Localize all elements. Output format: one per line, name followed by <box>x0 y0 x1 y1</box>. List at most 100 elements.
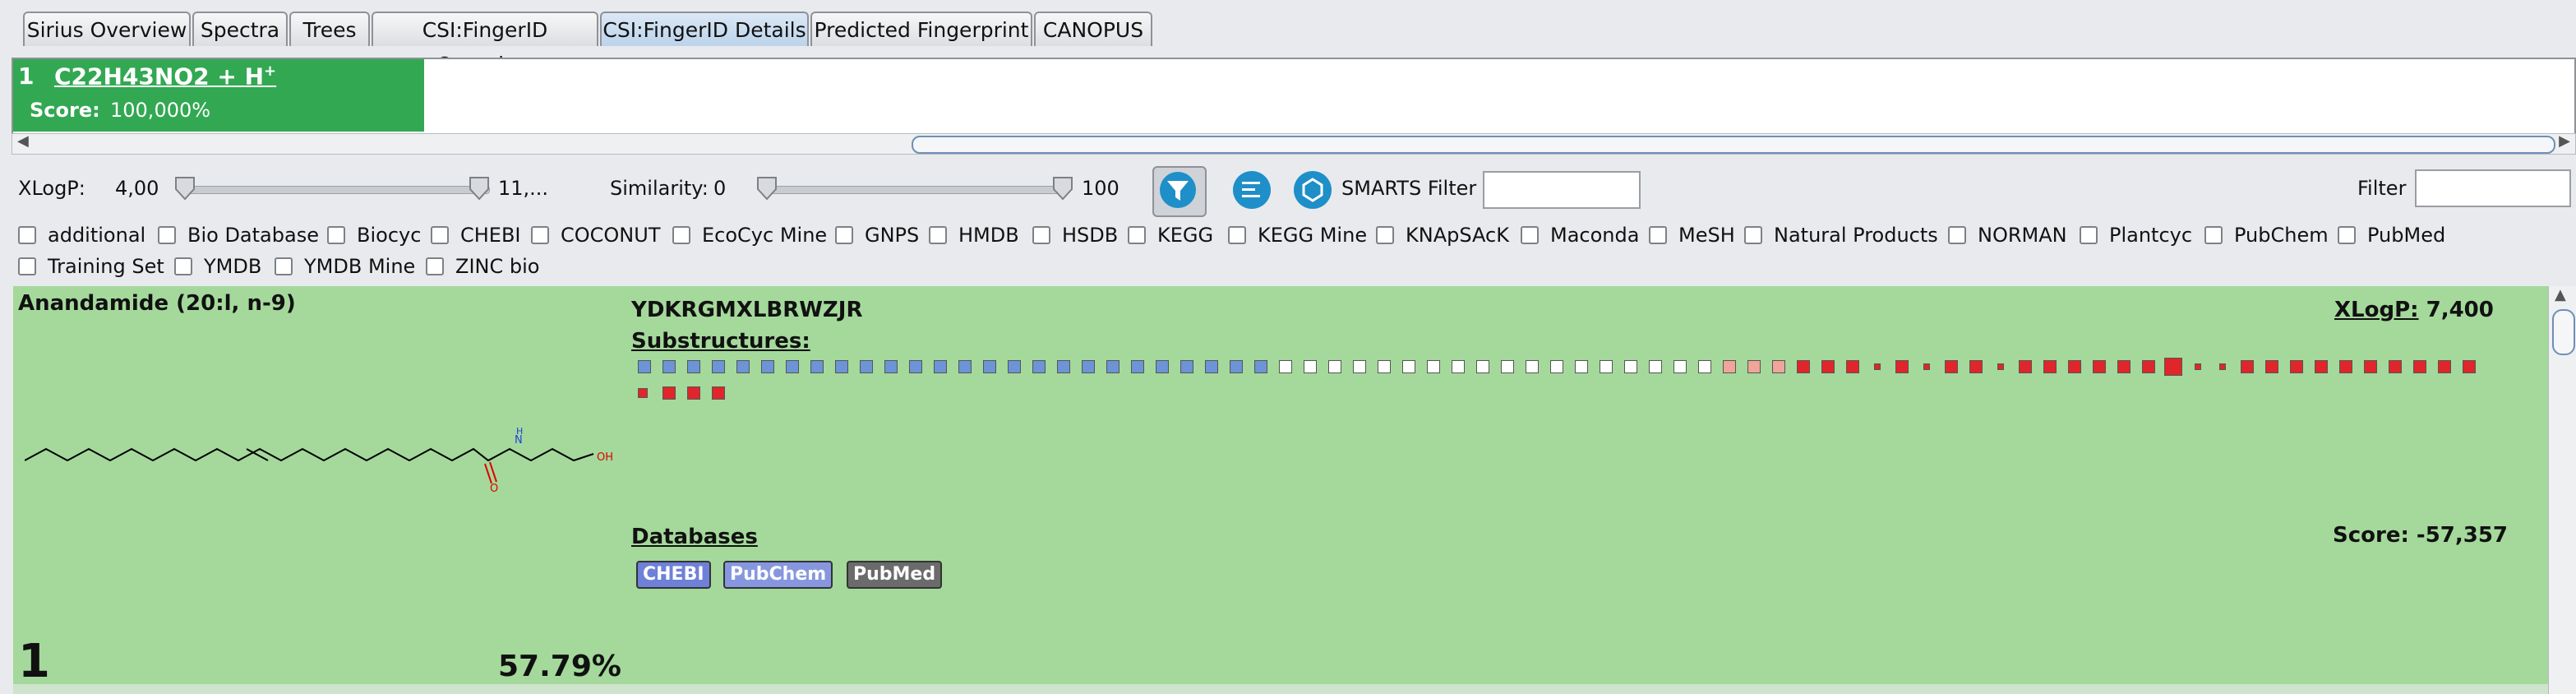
checkbox-box[interactable] <box>1521 226 1539 244</box>
substructure-square[interactable] <box>1969 360 1983 373</box>
checkbox-kegg-mine[interactable]: KEGG Mine <box>1228 220 1367 250</box>
checkbox-biocyc[interactable]: Biocyc <box>327 220 421 250</box>
checkbox-box[interactable] <box>2338 226 2356 244</box>
substructure-square[interactable] <box>1008 360 1021 373</box>
substructure-square[interactable] <box>1945 360 1958 373</box>
substructure-square[interactable] <box>2043 360 2057 373</box>
substructure-square[interactable] <box>835 360 848 373</box>
checkbox-kegg[interactable]: KEGG <box>1128 220 1213 250</box>
checkbox-box[interactable] <box>1376 226 1394 244</box>
xlogp-min-thumb[interactable] <box>174 176 196 201</box>
checkbox-gnps[interactable]: GNPS <box>835 220 919 250</box>
xlogp-slider[interactable] <box>179 186 490 194</box>
checkbox-coconut[interactable]: COCONUT <box>531 220 660 250</box>
tab-predicted-fingerprint[interactable]: Predicted Fingerprint <box>810 12 1032 46</box>
substructure-square[interactable] <box>1205 360 1218 373</box>
substructure-square[interactable] <box>736 360 750 373</box>
substructure-square[interactable] <box>2219 363 2226 370</box>
substructure-square[interactable] <box>2463 360 2476 373</box>
checkbox-box[interactable] <box>18 257 36 275</box>
substructure-square[interactable] <box>884 360 898 373</box>
checkbox-box[interactable] <box>1649 226 1667 244</box>
substructure-square[interactable] <box>1106 360 1119 373</box>
checkbox-ecocyc-mine[interactable]: EcoCyc Mine <box>672 220 827 250</box>
horizontal-scrollbar[interactable]: ◀ ▶ <box>12 132 2576 155</box>
substructure-square[interactable] <box>638 360 651 373</box>
list-filter-icon[interactable] <box>1231 169 1272 211</box>
checkbox-box[interactable] <box>2204 226 2223 244</box>
substructure-square[interactable] <box>2438 360 2451 373</box>
substructure-square[interactable] <box>687 386 700 400</box>
checkbox-box[interactable] <box>672 226 690 244</box>
substructure-square[interactable] <box>1846 360 1859 373</box>
substructure-square[interactable] <box>662 360 676 373</box>
substructure-square[interactable] <box>761 360 774 373</box>
checkbox-ymdb-mine[interactable]: YMDB Mine <box>275 252 415 281</box>
checkbox-bio-database[interactable]: Bio Database <box>158 220 319 250</box>
xlogp-max-thumb[interactable] <box>469 176 490 201</box>
checkbox-box[interactable] <box>174 257 192 275</box>
checkbox-box[interactable] <box>1228 226 1246 244</box>
checkbox-box[interactable] <box>531 226 549 244</box>
checkbox-pubmed[interactable]: PubMed <box>2338 220 2445 250</box>
substructure-square[interactable] <box>1402 360 1415 373</box>
substructure-square[interactable] <box>2413 360 2426 373</box>
checkbox-box[interactable] <box>1744 226 1762 244</box>
substructure-square[interactable] <box>958 360 972 373</box>
substructure-square[interactable] <box>1624 360 1637 373</box>
substructure-square[interactable] <box>1082 360 1095 373</box>
substructure-square[interactable] <box>1353 360 1366 373</box>
substructure-square[interactable] <box>2389 360 2402 373</box>
substructure-square[interactable] <box>1895 360 1909 373</box>
substructure-square[interactable] <box>1279 360 1292 373</box>
substructure-square[interactable] <box>1156 360 1169 373</box>
substructure-square[interactable] <box>1874 363 1881 370</box>
similarity-max-thumb[interactable] <box>1052 176 1073 201</box>
substructure-square[interactable] <box>1427 360 1440 373</box>
vertical-scrollbar[interactable]: ▲ <box>2548 286 2576 694</box>
substructure-square[interactable] <box>1476 360 1489 373</box>
scroll-left-icon[interactable]: ◀ <box>17 132 29 150</box>
checkbox-ymdb[interactable]: YMDB <box>174 252 261 281</box>
checkbox-box[interactable] <box>327 226 345 244</box>
substructure-square[interactable] <box>2195 363 2201 370</box>
checkbox-chebi[interactable]: CHEBI <box>431 220 521 250</box>
checkbox-zinc-bio[interactable]: ZINC bio <box>426 252 539 281</box>
substructure-square[interactable] <box>1032 360 1046 373</box>
substructure-square[interactable] <box>1328 360 1341 373</box>
similarity-slider[interactable] <box>764 186 1070 194</box>
substructure-square[interactable] <box>712 386 725 400</box>
molecule-icon[interactable] <box>1292 169 1333 211</box>
substructure-square[interactable] <box>1923 363 1930 370</box>
similarity-min-thumb[interactable] <box>756 176 778 201</box>
candidate-card[interactable]: 1 C22H43NO2 + H+ Score: 100,000% <box>13 59 424 132</box>
substructure-square[interactable] <box>1057 360 1070 373</box>
substructure-square[interactable] <box>2093 360 2106 373</box>
checkbox-mesh[interactable]: MeSH <box>1649 220 1735 250</box>
substructure-square[interactable] <box>1501 360 1514 373</box>
checkbox-natural-products[interactable]: Natural Products <box>1744 220 1938 250</box>
db-tag-pubchem[interactable]: PubChem <box>723 561 833 589</box>
substructure-square[interactable] <box>662 386 676 400</box>
checkbox-box[interactable] <box>431 226 449 244</box>
scroll-thumb[interactable] <box>912 136 2555 154</box>
checkbox-knapsack[interactable]: KNApSAcK <box>1376 220 1509 250</box>
tab-csi-details[interactable]: CSI:FingerID Details <box>600 12 809 46</box>
scroll-up-icon[interactable]: ▲ <box>2555 286 2566 303</box>
substructure-square[interactable] <box>810 360 824 373</box>
scroll-right-icon[interactable]: ▶ <box>2559 132 2570 150</box>
substructure-square[interactable] <box>1230 360 1243 373</box>
tab-trees[interactable]: Trees <box>289 12 370 46</box>
substructure-square[interactable] <box>2339 360 2352 373</box>
checkbox-box[interactable] <box>1032 226 1050 244</box>
db-tag-pubmed[interactable]: PubMed <box>847 561 943 589</box>
substructure-square[interactable] <box>2068 360 2081 373</box>
checkbox-box[interactable] <box>426 257 444 275</box>
checkbox-box[interactable] <box>158 226 176 244</box>
substructure-square[interactable] <box>1747 360 1761 373</box>
substructure-square[interactable] <box>1649 360 1662 373</box>
checkbox-box[interactable] <box>18 226 36 244</box>
filter-toggle-button[interactable] <box>1152 166 1207 217</box>
substructure-square[interactable] <box>2019 360 2032 373</box>
checkbox-training-set[interactable]: Training Set <box>18 252 164 281</box>
